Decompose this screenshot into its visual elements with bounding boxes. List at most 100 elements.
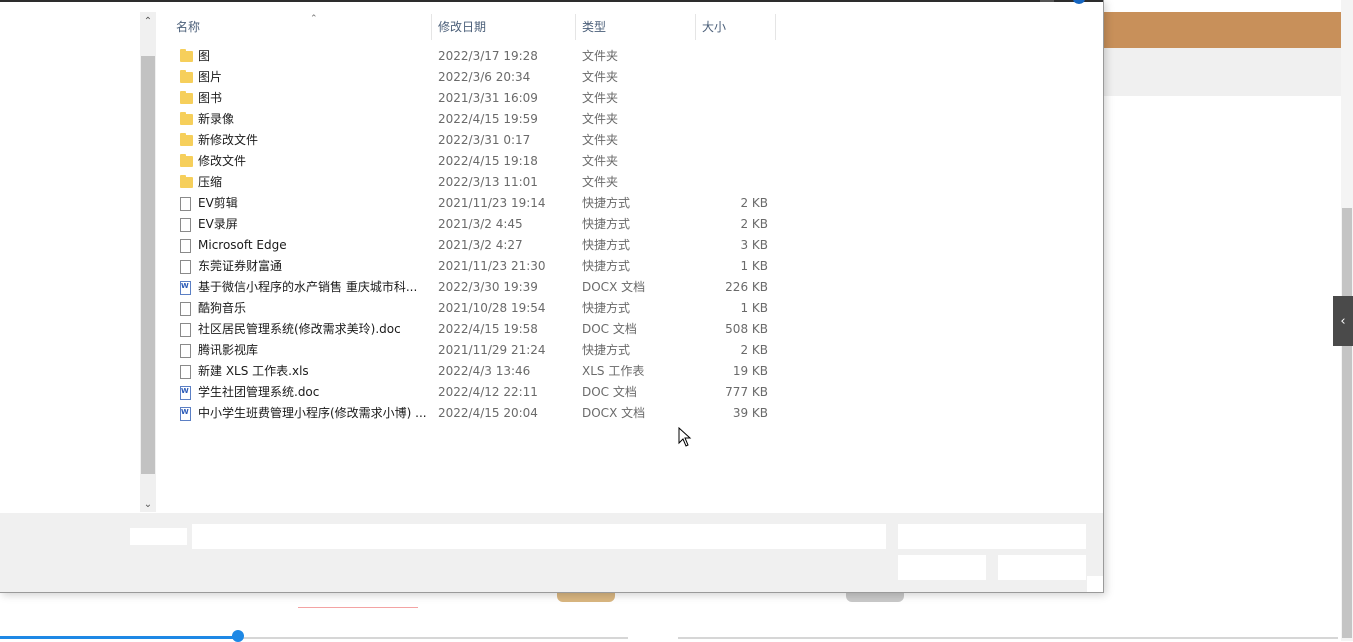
file-date: 2022/4/12 22:11 [438, 385, 538, 399]
file-icon [180, 344, 191, 358]
file-name: 压缩 [198, 175, 223, 189]
help-icon[interactable] [1073, 0, 1085, 4]
column-header-name[interactable]: 名称 ⌃ [170, 14, 432, 40]
column-header-date[interactable]: 修改日期 [432, 14, 576, 40]
page-scrollbar-thumb[interactable] [1342, 208, 1352, 638]
file-name: EV剪辑 [198, 196, 238, 210]
column-header-size[interactable]: 大小 [696, 14, 776, 40]
file-name: EV录屏 [198, 217, 238, 231]
column-date-label: 修改日期 [438, 20, 487, 34]
word-document-icon [180, 407, 191, 421]
progress-bar[interactable] [0, 636, 238, 639]
file-type: DOCX 文档 [582, 280, 646, 294]
file-size: 39 KB [732, 406, 768, 420]
column-name-label: 名称 [176, 20, 201, 34]
file-size: 2 KB [740, 343, 768, 357]
file-type: 快捷方式 [582, 301, 631, 315]
file-name: 酷狗音乐 [198, 301, 247, 315]
file-row[interactable]: 东莞证券财富通 2021/11/23 21:30 快捷方式 1 KB [156, 256, 776, 277]
nav-pane-scrollbar-thumb[interactable] [141, 56, 155, 474]
folder-icon [180, 70, 193, 83]
scroll-up-icon[interactable]: ⌃ [140, 14, 156, 30]
file-date: 2021/11/23 21:30 [438, 259, 546, 273]
file-name: 东莞证券财富通 [198, 259, 283, 273]
file-row[interactable]: 新修改文件 2022/3/31 0:17 文件夹 [156, 130, 776, 151]
file-type: 文件夹 [582, 70, 619, 84]
file-name: 新录像 [198, 112, 235, 126]
file-date: 2022/4/3 13:46 [438, 364, 531, 378]
file-type: 快捷方式 [582, 238, 631, 252]
file-row[interactable]: 图 2022/3/17 19:28 文件夹 [156, 46, 776, 67]
progress-track [238, 637, 628, 639]
file-date: 2021/3/31 16:09 [438, 91, 538, 105]
file-date: 2021/11/29 21:24 [438, 343, 546, 357]
open-button[interactable] [898, 555, 986, 580]
file-row[interactable]: 腾讯影视库 2021/11/29 21:24 快捷方式 2 KB [156, 340, 776, 361]
folder-icon [180, 91, 193, 104]
file-row[interactable]: 酷狗音乐 2021/10/28 19:54 快捷方式 1 KB [156, 298, 776, 319]
file-row[interactable]: 修改文件 2022/4/15 19:18 文件夹 [156, 151, 776, 172]
resize-grip[interactable] [1087, 576, 1103, 592]
file-size: 1 KB [740, 259, 768, 273]
folder-icon [180, 133, 193, 146]
file-type: 文件夹 [582, 154, 619, 168]
file-row[interactable]: 图书 2021/3/31 16:09 文件夹 [156, 88, 776, 109]
file-list-header: 名称 ⌃ 修改日期 类型 大小 [156, 14, 1103, 40]
file-name: 基于微信小程序的水产销售 重庆城市科... [198, 280, 418, 294]
file-name: Microsoft Edge [198, 238, 287, 252]
file-date: 2021/3/2 4:45 [438, 217, 523, 231]
scroll-down-icon[interactable]: ⌄ [140, 497, 156, 513]
column-header-type[interactable]: 类型 [576, 14, 696, 40]
progress-track-2 [678, 637, 1338, 639]
side-collapse-button[interactable]: ‹ [1333, 296, 1353, 346]
cancel-button[interactable] [998, 555, 1086, 580]
file-date: 2022/3/30 19:39 [438, 280, 538, 294]
file-row[interactable]: 图片 2022/3/6 20:34 文件夹 [156, 67, 776, 88]
bg-header-bar [1103, 12, 1341, 48]
file-date: 2022/4/15 19:58 [438, 322, 538, 336]
file-type: 快捷方式 [582, 343, 631, 357]
file-date: 2022/3/13 11:01 [438, 175, 538, 189]
file-name: 图 [198, 49, 211, 63]
dialog-titlebar-edge [0, 0, 1103, 2]
file-row[interactable]: 中小学生班费管理小程序(修改需求小博) ... 2022/4/15 20:04 DO… [156, 403, 776, 424]
file-icon [180, 323, 191, 337]
file-size: 2 KB [740, 196, 768, 210]
filename-input[interactable] [192, 524, 886, 549]
sort-ascending-icon: ⌃ [310, 14, 318, 24]
file-row[interactable]: 压缩 2022/3/13 11:01 文件夹 [156, 172, 776, 193]
mouse-cursor-icon [678, 427, 692, 447]
minimize-icon[interactable] [1040, 0, 1054, 2]
file-type: 文件夹 [582, 91, 619, 105]
progress-handle[interactable] [232, 630, 244, 642]
file-row[interactable]: EV剪辑 2021/11/23 19:14 快捷方式 2 KB [156, 193, 776, 214]
file-row[interactable]: EV录屏 2021/3/2 4:45 快捷方式 2 KB [156, 214, 776, 235]
file-type: DOC 文档 [582, 385, 637, 399]
file-date: 2022/4/15 19:18 [438, 154, 538, 168]
file-row[interactable]: 基于微信小程序的水产销售 重庆城市科... 2022/3/30 19:39 DOCX… [156, 277, 776, 298]
file-row[interactable]: 学生社团管理系统.doc 2022/4/12 22:11 DOC 文档 777 KB [156, 382, 776, 403]
file-date: 2021/10/28 19:54 [438, 301, 546, 315]
file-type: 文件夹 [582, 133, 619, 147]
file-date: 2021/11/23 19:14 [438, 196, 546, 210]
file-type-dropdown[interactable] [898, 524, 1086, 549]
file-name: 新修改文件 [198, 133, 259, 147]
file-row[interactable]: Microsoft Edge 2021/3/2 4:27 快捷方式 3 KB [156, 235, 776, 256]
file-row[interactable]: 新建 XLS 工作表.xls 2022/4/3 13:46 XLS 工作表 19 KB [156, 361, 776, 382]
file-size: 19 KB [732, 364, 768, 378]
bg-nav-band [1103, 48, 1341, 96]
file-icon [180, 260, 191, 274]
file-date: 2022/3/31 0:17 [438, 133, 531, 147]
file-type: DOCX 文档 [582, 406, 646, 420]
file-name: 社区居民管理系统(修改需求美玲).doc [198, 322, 401, 336]
file-icon [180, 218, 191, 232]
bg-underline [298, 607, 418, 608]
file-name: 图片 [198, 70, 223, 84]
file-row[interactable]: 社区居民管理系统(修改需求美玲).doc 2022/4/15 19:58 DOC 文… [156, 319, 776, 340]
word-document-icon [180, 386, 191, 400]
file-date: 2022/4/15 19:59 [438, 112, 538, 126]
file-row[interactable]: 新录像 2022/4/15 19:59 文件夹 [156, 109, 776, 130]
column-size-label: 大小 [702, 20, 727, 34]
file-name: 新建 XLS 工作表.xls [198, 364, 309, 378]
file-icon [180, 365, 191, 379]
